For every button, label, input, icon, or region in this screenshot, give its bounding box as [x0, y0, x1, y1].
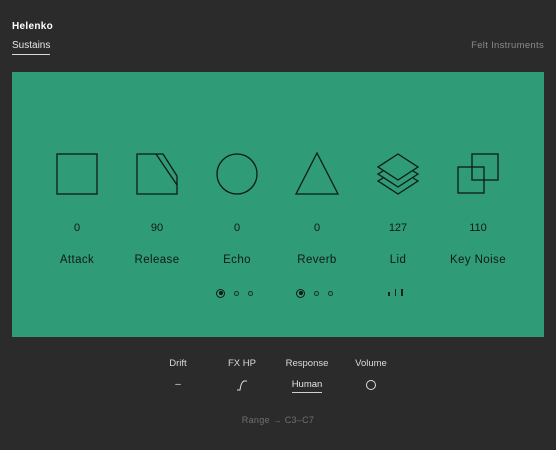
highpass-filter-icon: [237, 380, 247, 391]
lid-mode-bars-icon[interactable]: [388, 289, 403, 296]
response-label: Response: [285, 358, 329, 369]
fx-hp-control[interactable]: FX HP: [222, 358, 262, 398]
attack-label: Attack: [59, 254, 95, 266]
reverb-label: Reverb: [297, 254, 337, 266]
echo-value: 0: [233, 222, 241, 234]
range-indicator: Range → C3–C7: [241, 415, 315, 425]
drift-value: –: [175, 379, 181, 390]
response-value: Human: [291, 379, 323, 393]
triangle-icon: [294, 151, 340, 195]
echo-mode-selector: [216, 287, 253, 299]
overlapping-squares-icon: [457, 153, 499, 194]
volume-label: Volume: [355, 358, 387, 369]
key-noise-label: Key Noise: [449, 254, 506, 266]
reverb-value: 0: [313, 222, 321, 234]
circle-icon: [216, 153, 258, 195]
echo-label: Echo: [223, 254, 251, 266]
release-value: 90: [150, 222, 164, 234]
knob-circle-icon: [366, 380, 376, 390]
reverb-mode-1[interactable]: [296, 288, 305, 298]
attack-value: 0: [73, 222, 81, 234]
brand-link[interactable]: Felt Instruments: [471, 40, 544, 51]
drift-control[interactable]: Drift –: [158, 358, 198, 398]
release-control[interactable]: 90 Release: [112, 150, 202, 266]
control-panel: 0 Attack 90 Release 0 Echo 0 Reverb 127 …: [12, 72, 544, 337]
lid-control[interactable]: 127 Lid: [353, 150, 443, 266]
sheared-square-icon: [136, 153, 178, 195]
volume-control[interactable]: Volume: [351, 358, 391, 398]
key-noise-control[interactable]: 110 Key Noise: [433, 150, 523, 266]
stacked-diamonds-icon: [376, 153, 420, 195]
attack-control[interactable]: 0 Attack: [32, 150, 122, 266]
lid-label: Lid: [389, 254, 407, 266]
key-noise-value: 110: [469, 222, 487, 234]
echo-mode-3[interactable]: [248, 290, 253, 296]
instrument-title: Helenko: [12, 21, 54, 32]
reverb-mode-2[interactable]: [314, 290, 319, 296]
reverb-mode-selector: [296, 287, 333, 299]
square-icon: [56, 153, 98, 195]
echo-mode-2[interactable]: [234, 290, 239, 296]
release-label: Release: [134, 254, 180, 266]
reverb-mode-3[interactable]: [328, 290, 333, 296]
fx-hp-label: FX HP: [228, 358, 256, 369]
drift-label: Drift: [169, 358, 187, 369]
lid-value: 127: [388, 222, 408, 234]
echo-control[interactable]: 0 Echo: [192, 150, 282, 266]
reverb-control[interactable]: 0 Reverb: [272, 150, 362, 266]
preset-selector[interactable]: Sustains: [12, 40, 51, 55]
header: Helenko Sustains: [12, 21, 53, 55]
echo-mode-1[interactable]: [216, 288, 225, 298]
response-control[interactable]: Response Human: [276, 358, 338, 398]
